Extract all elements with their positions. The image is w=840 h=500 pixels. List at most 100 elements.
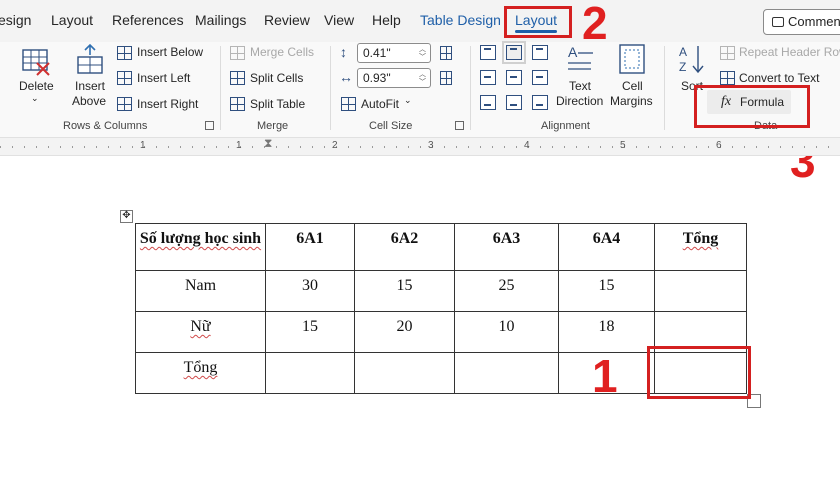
comment-icon [772,17,784,27]
table-cell[interactable]: 6A4 [558,223,655,271]
ruler-number: 5 [620,140,626,151]
table-cell[interactable]: 15 [265,311,355,353]
insert-above-icon [77,43,103,74]
indent-marker-icon[interactable]: ⧗ [264,136,272,151]
spin-down-icon[interactable]: ﹀ [419,54,426,62]
align-center-button[interactable] [506,70,522,85]
cell-margins-label-2: Margins [610,94,653,108]
split-cells-icon [230,71,245,85]
align-bottom-left-button[interactable] [480,95,496,110]
rows-columns-launcher-icon[interactable] [205,121,214,130]
split-cells-label: Split Cells [250,71,304,85]
cell-size-launcher-icon[interactable] [455,121,464,130]
table-cell[interactable]: 15 [354,270,455,312]
ruler-number: 2 [332,140,338,151]
insert-left-label: Insert Left [137,71,191,85]
table-cell[interactable]: Nữ [135,311,266,353]
table-cell[interactable] [454,352,559,394]
table-cell[interactable]: Tổng [135,352,266,394]
distribute-rows-icon[interactable] [440,46,452,60]
table-cell[interactable]: 18 [558,311,655,353]
comments-label: Commen [788,14,840,29]
tab-mailings[interactable]: Mailings [195,12,246,28]
table-cell[interactable]: 6A1 [265,223,355,271]
tab-layout-page[interactable]: Layout [51,12,93,28]
header-cell-6a1: 6A1 [296,230,324,247]
svg-text:A: A [679,45,687,59]
table-cell[interactable]: Tổng [654,223,747,271]
ruler-number: 1 [140,140,146,151]
align-center-left-button[interactable] [480,70,496,85]
table-cell[interactable]: Số lượng học sinh [135,223,266,271]
ruler-number: 1 [236,140,242,151]
ribbon-tab-bar: esign Layout References Mailings Review … [0,0,840,42]
repeat-header-label: Repeat Header Row [739,45,840,59]
table-cell[interactable]: 20 [354,311,455,353]
group-label-cell-size: Cell Size [369,120,413,132]
delete-label: Delete [19,79,54,93]
row-height-icon: ↕ [340,44,347,60]
autofit-icon [341,97,356,111]
table-header-row: Số lượng học sinh 6A1 6A2 6A3 6A4 Tổng [135,223,747,271]
group-separator [220,46,221,130]
horizontal-ruler[interactable] [0,138,840,156]
align-bottom-right-button[interactable] [532,95,548,110]
insert-right-icon [117,97,132,111]
align-top-left-button[interactable] [480,45,496,60]
group-separator [470,46,471,130]
table-cell[interactable]: 25 [454,270,559,312]
distribute-columns-icon[interactable] [440,71,452,85]
tab-review[interactable]: Review [264,12,310,28]
column-width-value: 0.93" [363,71,391,85]
spin-up-icon[interactable]: ︿ [419,46,426,54]
split-table-icon [230,97,245,111]
annotation-number-2: 2 [582,0,608,49]
group-label-merge: Merge [257,120,289,132]
svg-text:A: A [568,44,578,60]
ruler-number: 4 [524,140,530,151]
cell-margins-label-1: Cell [622,79,643,93]
annotation-box-target-cell [647,346,751,399]
convert-to-text-label: Convert to Text [739,71,820,85]
tab-references[interactable]: References [112,12,184,28]
comments-button[interactable]: Commen [763,9,840,35]
align-top-center-button[interactable] [502,41,526,64]
svg-text:Z: Z [679,60,686,74]
table-cell[interactable]: 15 [558,270,655,312]
align-center-right-button[interactable] [532,70,548,85]
autofit-label: AutoFit [361,97,400,111]
cell-value: 30 [302,277,318,294]
header-cell-total: Tổng [682,230,719,247]
column-width-spinner[interactable]: 0.93" ︿ ﹀ [357,68,431,88]
sort-icon: A Z [679,45,704,74]
annotation-box-layout-tab [504,6,572,38]
merge-cells-icon [230,46,245,60]
table-cell[interactable]: 10 [454,311,559,353]
table-row: Nam 30 15 25 15 [135,270,747,312]
table-cell[interactable]: Nam [135,270,266,312]
group-label-rows-columns: Rows & Columns [63,120,148,132]
ruler-number: 6 [716,140,722,151]
table-cell[interactable] [354,352,455,394]
tab-table-design-partial[interactable]: esign [0,12,31,28]
tab-help[interactable]: Help [372,12,401,28]
table-cell[interactable]: 6A2 [354,223,455,271]
table-move-handle-icon[interactable]: ✥ [120,210,133,223]
group-label-alignment: Alignment [541,120,590,132]
spin-down-icon[interactable]: ﹀ [419,79,426,87]
row-label: Nữ [190,318,211,335]
cell-value: 10 [498,318,515,335]
row-height-spinner[interactable]: 0.41" ︿ ﹀ [357,43,431,63]
split-table-label: Split Table [250,97,306,111]
table-cell[interactable] [654,270,747,312]
align-top-right-button[interactable] [532,45,548,60]
row-height-value: 0.41" [363,46,391,60]
tab-table-design[interactable]: Table Design [420,12,501,28]
insert-above-label-2: Above [72,94,107,108]
table-cell[interactable]: 30 [265,270,355,312]
table-cell[interactable]: 6A3 [454,223,559,271]
table-cell[interactable] [265,352,355,394]
align-bottom-center-button[interactable] [506,95,522,110]
spin-up-icon[interactable]: ︿ [419,71,426,79]
tab-view[interactable]: View [324,12,354,28]
